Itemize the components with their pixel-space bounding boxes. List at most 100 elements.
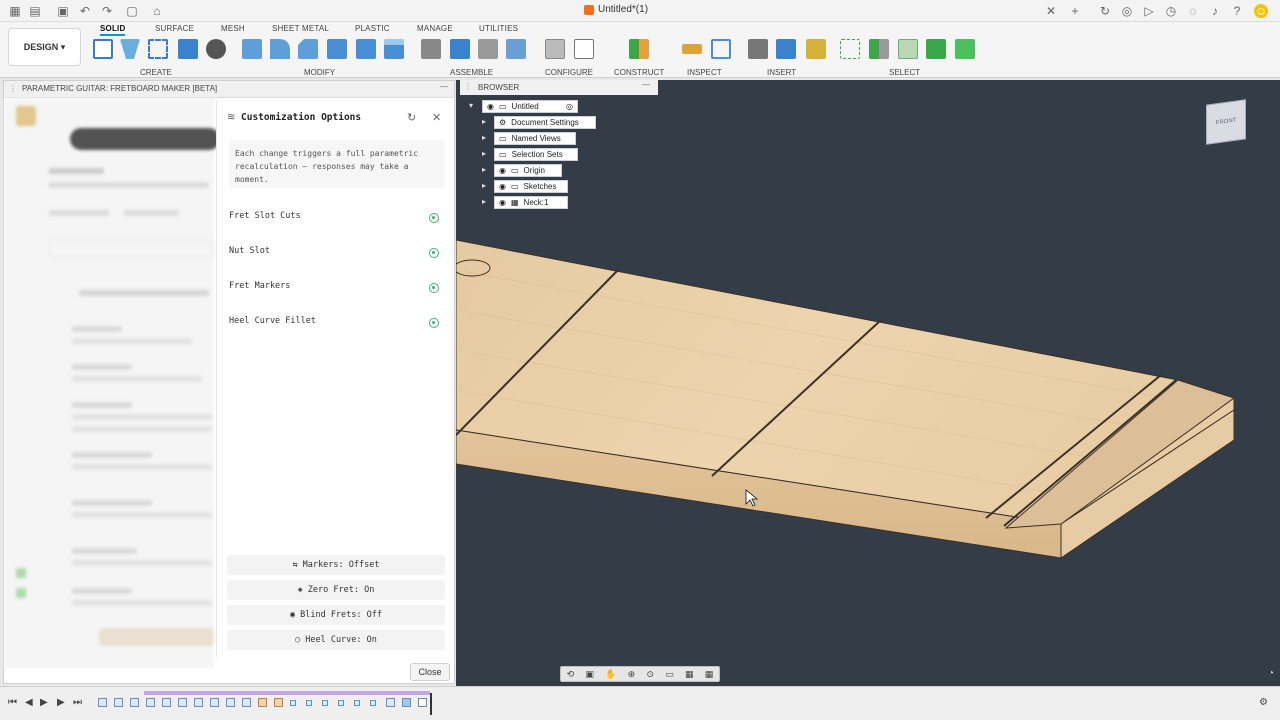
browser-item-origin[interactable]: ◉ ▭ Origin	[494, 164, 562, 177]
option-nut-slot[interactable]: Nut Slot	[229, 246, 439, 260]
group-inspect[interactable]: INSPECT	[687, 68, 722, 77]
fretboard-model[interactable]	[456, 80, 1280, 686]
timeline-feature-icon[interactable]	[146, 698, 155, 707]
eye-icon[interactable]: ◉	[499, 198, 506, 207]
timeline-feature-icon[interactable]	[210, 698, 219, 707]
help-circle-icon[interactable]: ◌	[1186, 4, 1200, 18]
timeline-feature-icon[interactable]	[114, 698, 123, 707]
expand-arrow-icon[interactable]: ▸	[482, 117, 486, 126]
option-fret-slot-cuts[interactable]: Fret Slot Cuts	[229, 211, 439, 225]
go-to-end-icon[interactable]: ⏭	[73, 697, 82, 708]
press-pull-icon[interactable]	[242, 39, 262, 59]
grid-settings-icon[interactable]: ▦	[685, 669, 694, 680]
timeline-feature-icon[interactable]	[226, 698, 235, 707]
tab-sheet-metal[interactable]: SHEET METAL	[272, 24, 329, 33]
sphere-icon[interactable]	[206, 39, 226, 59]
play-icon[interactable]: ▶	[40, 697, 48, 708]
expand-arrow-icon[interactable]: ▸	[482, 197, 486, 206]
timeline-feature-icon[interactable]	[130, 698, 139, 707]
tab-plastic[interactable]: PLASTIC	[355, 24, 390, 33]
browser-item-neck[interactable]: ◉ ▦ Neck:1	[494, 196, 568, 209]
timeline-feature-icon[interactable]	[418, 698, 427, 707]
timeline-marker[interactable]	[430, 693, 432, 715]
zoom-icon[interactable]: ⊙	[646, 669, 654, 680]
browser-item-named-views[interactable]: ▭ Named Views	[494, 132, 576, 145]
close-tab-icon[interactable]: ✕	[1044, 4, 1058, 18]
select-face-icon[interactable]	[926, 39, 946, 59]
browser-item-document-settings[interactable]: ⚙ Document Settings	[494, 116, 596, 129]
heel-curve-button[interactable]: ○ Heel Curve: On	[227, 630, 445, 650]
help-icon[interactable]: ?	[1230, 4, 1244, 18]
timeline-feature-icon[interactable]	[274, 698, 283, 707]
group-modify[interactable]: MODIFY	[304, 68, 335, 77]
refresh-icon[interactable]: ↻	[1098, 4, 1112, 18]
timeline-feature-icon[interactable]	[306, 700, 312, 706]
tab-manage[interactable]: MANAGE	[417, 24, 453, 33]
tab-surface[interactable]: SURFACE	[155, 24, 194, 33]
zero-fret-button[interactable]: ◈ Zero Fret: On	[227, 580, 445, 600]
new-tab-icon[interactable]: +	[1068, 4, 1082, 18]
create-sketch-icon[interactable]	[93, 39, 113, 59]
timeline-settings-icon[interactable]: ⚙	[1259, 697, 1268, 708]
chamfer-icon[interactable]	[298, 39, 318, 59]
orbit-icon[interactable]: ⟲	[567, 669, 575, 680]
tab-utilities[interactable]: UTILITIES	[479, 24, 518, 33]
close-button[interactable]: Close	[410, 663, 450, 681]
expand-arrow-icon[interactable]: ▸	[482, 181, 486, 190]
step-back-icon[interactable]: ◀	[25, 697, 33, 708]
offset-plane-icon[interactable]	[629, 39, 649, 59]
group-construct[interactable]: CONSTRUCT	[614, 68, 664, 77]
document-tab[interactable]: Untitled*(1)	[584, 4, 648, 15]
workspace-switcher[interactable]: DESIGN ▾	[8, 28, 81, 66]
insert-derive-icon[interactable]	[748, 39, 768, 59]
insert-image-icon[interactable]	[776, 39, 796, 59]
timeline-feature-icon[interactable]	[242, 698, 251, 707]
reset-icon[interactable]: ↻	[407, 111, 416, 124]
user-avatar-icon[interactable]: ☺	[1254, 4, 1268, 18]
go-to-start-icon[interactable]: ⏮	[8, 697, 17, 708]
timeline-feature-icon[interactable]	[194, 698, 203, 707]
split-icon[interactable]	[384, 39, 404, 59]
save-icon[interactable]: ▣	[56, 4, 70, 18]
activate-icon[interactable]: ◎	[566, 102, 573, 111]
redo-icon[interactable]: ↷	[100, 4, 114, 18]
group-assemble[interactable]: ASSEMBLE	[450, 68, 493, 77]
toggle-on-icon[interactable]	[429, 248, 439, 258]
group-configure[interactable]: CONFIGURE	[545, 68, 593, 77]
minimize-icon[interactable]: —	[642, 80, 650, 89]
select-window-icon[interactable]	[840, 39, 860, 59]
markers-button[interactable]: ⇆ Markers: Offset	[227, 555, 445, 575]
expand-arrow-icon[interactable]: ▸	[482, 149, 486, 158]
viewcube[interactable]: FRONT	[1206, 99, 1246, 145]
option-heel-curve-fillet[interactable]: Heel Curve Fillet	[229, 316, 439, 330]
pattern-icon[interactable]	[148, 39, 168, 59]
gizmo-icon[interactable]: ◔	[1268, 668, 1274, 679]
configuration-table-icon[interactable]	[574, 39, 594, 59]
grid-menu-icon[interactable]: ▦	[8, 4, 22, 18]
expand-arrow-icon[interactable]: ▸	[482, 165, 486, 174]
browser-item-sketches[interactable]: ◉ ▭ Sketches	[494, 180, 568, 193]
extensions-icon[interactable]: ◎	[1120, 4, 1134, 18]
file-icon[interactable]: ▤	[28, 4, 42, 18]
blind-frets-button[interactable]: ◉ Blind Frets: Off	[227, 605, 445, 625]
timeline-feature-icon[interactable]	[402, 698, 411, 707]
select-priority-icon[interactable]	[869, 39, 889, 59]
group-insert[interactable]: INSERT	[767, 68, 796, 77]
close-icon[interactable]: ✕	[432, 111, 441, 124]
group-create[interactable]: CREATE	[140, 68, 172, 77]
pan-icon[interactable]: ✋	[605, 669, 616, 680]
option-fret-markers[interactable]: Fret Markers	[229, 281, 439, 295]
tab-solid[interactable]: SOLID	[100, 24, 126, 36]
timeline-feature-icon[interactable]	[354, 700, 360, 706]
drag-handle-icon[interactable]: ⋮	[464, 82, 472, 91]
browser-root[interactable]: ◉ ▭ Untitled ◎	[482, 100, 578, 113]
collapse-arrow-icon[interactable]: ▾	[469, 101, 473, 110]
home-icon[interactable]: ⌂	[150, 4, 164, 18]
new-component-icon[interactable]	[421, 39, 441, 59]
eye-icon[interactable]: ◉	[499, 182, 506, 191]
fillet-icon[interactable]	[270, 39, 290, 59]
joint-icon[interactable]	[450, 39, 470, 59]
expand-arrow-icon[interactable]: ▸	[482, 133, 486, 142]
step-forward-icon[interactable]: ▶	[57, 697, 65, 708]
viewports-icon[interactable]: ▦	[705, 669, 714, 680]
